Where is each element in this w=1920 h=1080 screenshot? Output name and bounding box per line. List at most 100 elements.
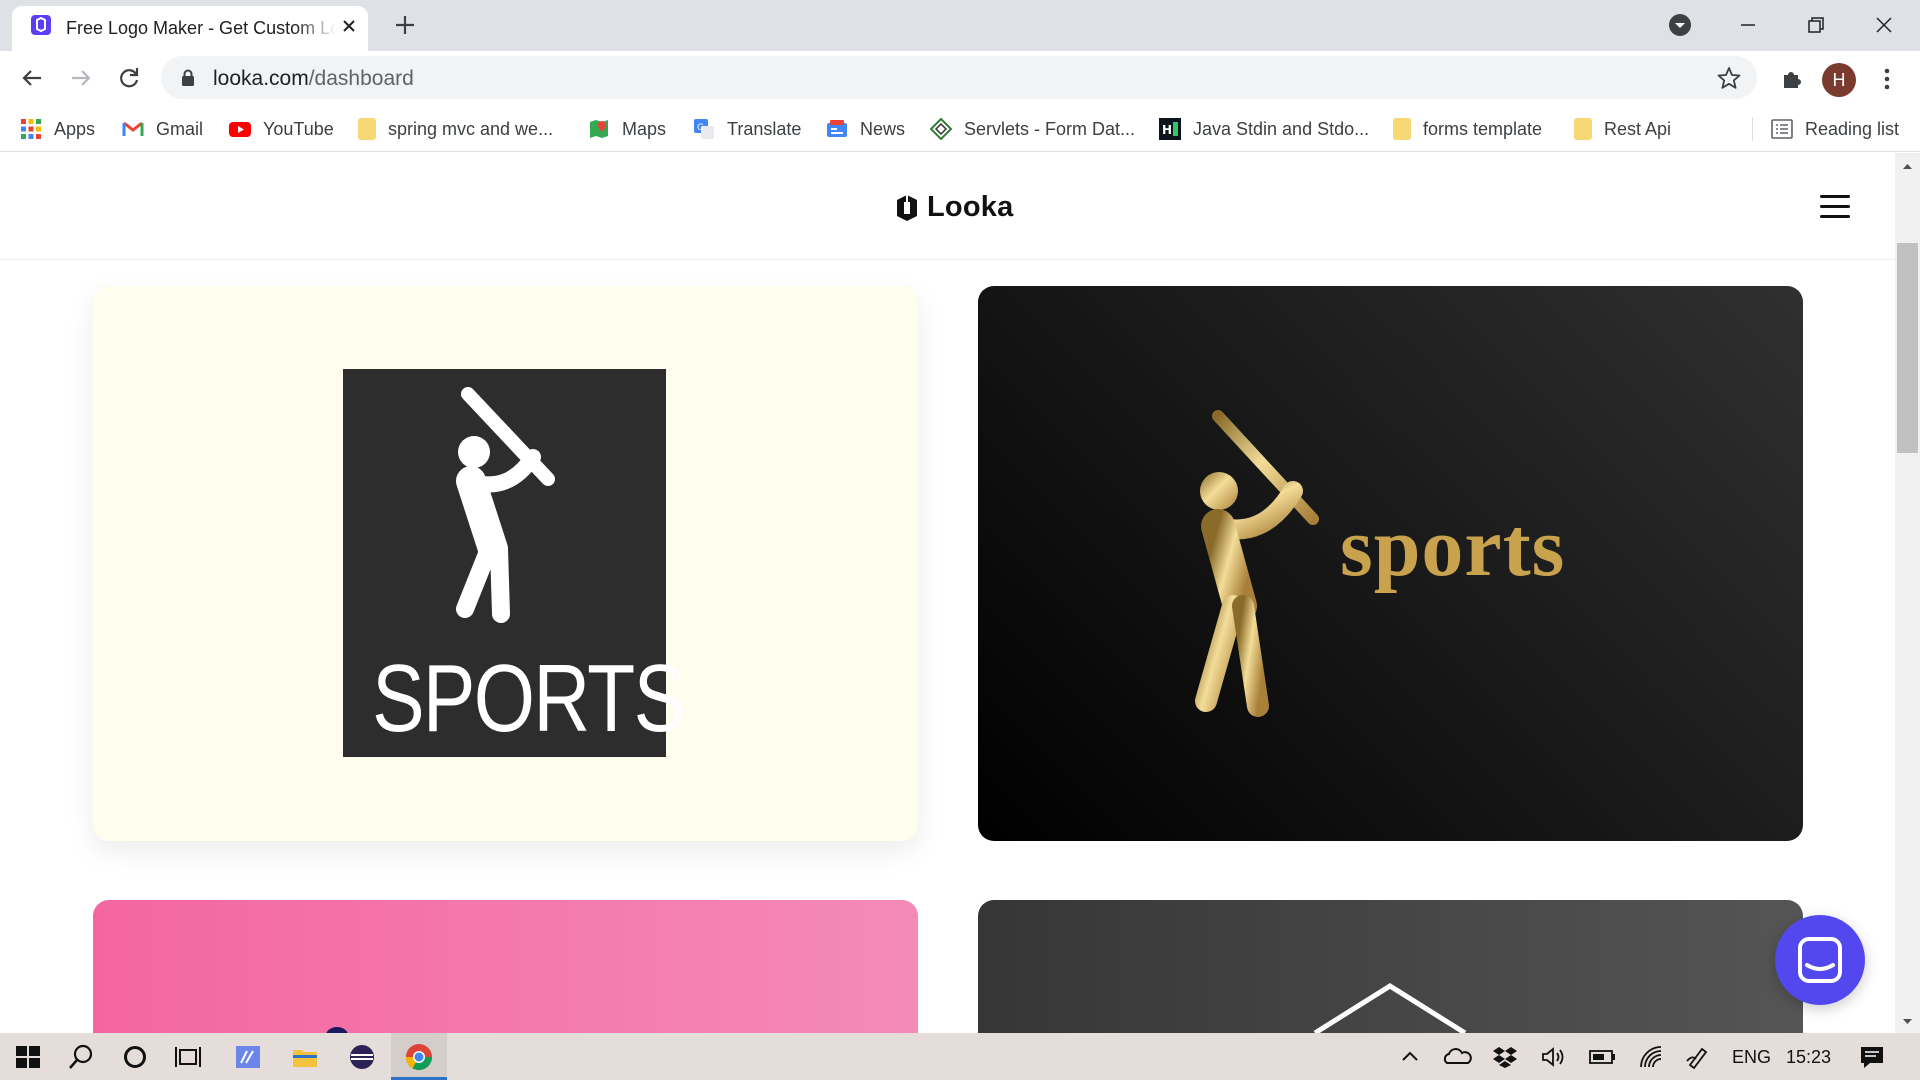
bookmark-label: Gmail	[156, 118, 204, 139]
profile-avatar[interactable]: H	[1822, 63, 1856, 97]
browser-toolbar: looka.com/dashboard H	[0, 51, 1920, 107]
bookmark-label: Rest Api	[1604, 118, 1672, 139]
bookmark-servlets[interactable]: Servlets - Form Dat...	[929, 115, 1136, 143]
bookmark-label: forms template	[1423, 118, 1543, 139]
forward-icon[interactable]	[66, 63, 96, 93]
translate-icon: G	[693, 118, 715, 140]
reading-list-button[interactable]: Reading list	[1771, 115, 1899, 143]
bookmark-label: Servlets - Form Dat...	[964, 118, 1136, 139]
reload-icon[interactable]	[114, 63, 144, 93]
lock-icon[interactable]	[181, 69, 195, 86]
bookmark-rest-api[interactable]: Rest Api	[1574, 115, 1671, 143]
bookmarks-divider	[1752, 117, 1753, 141]
close-window-icon[interactable]	[1869, 10, 1899, 40]
chrome-icon	[405, 1044, 433, 1071]
bookmark-star-icon[interactable]	[1716, 65, 1742, 91]
bookmark-label: Translate	[727, 118, 802, 139]
folder-icon	[1393, 118, 1411, 140]
apps-grid-icon	[20, 118, 42, 140]
bookmark-youtube[interactable]: YouTube	[229, 115, 334, 143]
app-icon[interactable]	[232, 1041, 264, 1073]
browser-tab[interactable]: Free Logo Maker - Get Custom Logo Design…	[12, 6, 368, 51]
folder-icon	[358, 118, 376, 140]
news-icon	[826, 118, 848, 140]
close-tab-icon[interactable]	[338, 15, 360, 37]
bookmarks-bar: Apps Gmail YouTube spring mvc and we... …	[0, 107, 1920, 152]
logo-card[interactable]: SPORTS	[93, 286, 918, 841]
bookmark-label: Apps	[54, 118, 96, 139]
logo-card[interactable]: sports	[978, 286, 1803, 841]
folder-icon	[1574, 118, 1592, 140]
minimize-icon[interactable]	[1733, 10, 1763, 40]
task-view-icon[interactable]	[172, 1041, 204, 1073]
onedrive-icon[interactable]	[1441, 1041, 1473, 1073]
wifi-icon[interactable]	[1635, 1041, 1667, 1073]
maps-icon	[588, 118, 610, 140]
url-path: /dashboard	[308, 67, 414, 90]
dropbox-icon[interactable]	[1489, 1041, 1521, 1073]
bookmark-label: Reading list	[1805, 118, 1900, 139]
logo-wordmark: sports	[1340, 501, 1566, 594]
battery-icon[interactable]	[1586, 1041, 1618, 1073]
svg-text:G: G	[697, 123, 704, 133]
chat-icon	[1798, 937, 1842, 983]
cortana-icon[interactable]	[119, 1041, 151, 1073]
language-indicator[interactable]: ENG	[1732, 1047, 1771, 1068]
hamburger-menu-icon[interactable]	[1820, 195, 1850, 219]
url-text: looka.com/dashboard	[213, 67, 414, 91]
bookmark-maps[interactable]: Maps	[588, 115, 666, 143]
windows-start-icon[interactable]	[12, 1041, 44, 1073]
scroll-down-icon[interactable]	[1895, 1015, 1920, 1029]
show-hidden-icons-chevron-icon[interactable]	[1394, 1041, 1426, 1073]
clock[interactable]: 15:23	[1786, 1047, 1831, 1068]
reading-list-icon	[1771, 118, 1793, 140]
bookmark-gmail[interactable]: Gmail	[122, 115, 203, 143]
pen-workspace-icon[interactable]	[1682, 1041, 1714, 1073]
eclipse-icon[interactable]	[346, 1041, 378, 1073]
logo-preview-box: SPORTS	[343, 369, 686, 757]
page-scrollbar[interactable]	[1895, 153, 1920, 1033]
bookmark-news[interactable]: News	[826, 115, 905, 143]
youtube-icon	[229, 118, 251, 140]
bookmark-java-stdin[interactable]: H Java Stdin and Stdo...	[1159, 115, 1369, 143]
more-menu-icon[interactable]	[1872, 64, 1902, 94]
restore-icon[interactable]	[1801, 10, 1831, 40]
bookmark-apps[interactable]: Apps	[20, 115, 95, 143]
address-bar[interactable]: looka.com/dashboard	[161, 56, 1757, 99]
bookmark-forms-template[interactable]: forms template	[1393, 115, 1542, 143]
logo-wordmark: SPORTS	[372, 645, 686, 752]
bookmark-spring-mvc[interactable]: spring mvc and we...	[358, 115, 553, 143]
brand-name: Looka	[927, 191, 1014, 223]
tab-strip: Free Logo Maker - Get Custom Logo Design…	[0, 0, 1920, 51]
gmail-icon	[122, 118, 144, 140]
scroll-thumb[interactable]	[1897, 243, 1918, 453]
bookmark-label: News	[860, 118, 906, 139]
looka-logo[interactable]: Looka	[893, 191, 1013, 224]
bookmark-label: YouTube	[263, 118, 334, 139]
chrome-taskbar-item[interactable]	[391, 1033, 447, 1080]
bookmark-label: Java Stdin and Stdo...	[1193, 118, 1370, 139]
search-icon[interactable]	[65, 1041, 97, 1073]
tab-search-icon[interactable]	[1665, 10, 1695, 40]
batsman-icon	[456, 387, 555, 623]
back-icon[interactable]	[17, 63, 47, 93]
looka-logo-icon	[897, 194, 917, 221]
new-tab-icon[interactable]	[392, 12, 418, 38]
extensions-icon[interactable]	[1777, 64, 1807, 94]
volume-icon[interactable]	[1538, 1041, 1570, 1073]
looka-favicon-icon	[31, 15, 51, 35]
tab-title: Free Logo Maker - Get Custom Logo Design…	[66, 18, 336, 38]
bookmark-translate[interactable]: G Translate	[693, 115, 801, 143]
windows-taskbar: ENG 15:23	[0, 1033, 1920, 1080]
url-domain: looka.com	[213, 67, 309, 90]
looka-header: Looka	[0, 153, 1895, 260]
chat-launcher-button[interactable]	[1775, 915, 1865, 1005]
scroll-up-icon[interactable]	[1895, 159, 1920, 173]
bookmark-label: spring mvc and we...	[388, 118, 554, 139]
bookmark-label: Maps	[622, 118, 667, 139]
file-explorer-icon[interactable]	[289, 1041, 321, 1073]
notifications-icon[interactable]	[1856, 1041, 1888, 1073]
hackerrank-icon: H	[1159, 118, 1181, 140]
svg-text:H: H	[1162, 123, 1172, 137]
servlets-site-icon	[929, 117, 953, 141]
